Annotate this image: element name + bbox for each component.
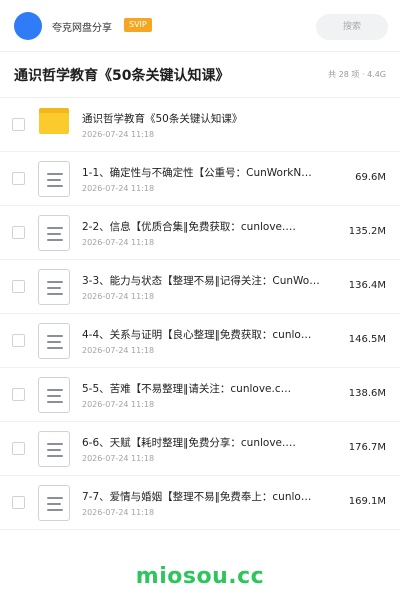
file-size: 146.5M [348,334,386,345]
list-item[interactable]: 5-5、苦难【不易整理‖请关注：cunlove.c… 2026-07-24 11… [0,368,400,422]
svip-badge: SVIP [124,18,152,32]
file-name: 2-2、信息【优质合集‖免费获取：cunlove.… [82,221,296,233]
file-list: 通识哲学教育《50条关键认知课》 2026-07-24 11:18 1-1、确定… [0,98,400,530]
document-icon [38,161,70,197]
file-name: 4-4、关系与证明【良心整理‖免费获取：cunlo… [82,329,312,341]
document-icon [38,323,70,359]
select-checkbox[interactable] [12,226,25,239]
file-name: 通识哲学教育《50条关键认知课》 [82,113,243,125]
select-checkbox[interactable] [12,442,25,455]
select-checkbox[interactable] [12,172,25,185]
select-checkbox[interactable] [12,496,25,509]
list-item[interactable]: 通识哲学教育《50条关键认知课》 2026-07-24 11:18 [0,98,400,152]
file-size: 69.6M [355,172,386,183]
username: 夸克网盘分享 [52,23,112,34]
file-date: 2026-07-24 11:18 [82,238,155,247]
document-icon [38,269,70,305]
document-icon [38,377,70,413]
file-size: 176.7M [348,442,386,453]
file-date: 2026-07-24 11:18 [82,346,155,355]
avatar[interactable] [14,12,42,40]
select-checkbox[interactable] [12,280,25,293]
file-name: 5-5、苦难【不易整理‖请关注：cunlove.c… [82,383,292,395]
watermark-text: miosou.cc [135,564,265,589]
file-name: 7-7、爱情与婚姻【整理不易‖免费奉上：cunlo… [82,491,312,503]
file-size: 135.2M [348,226,386,237]
select-checkbox[interactable] [12,388,25,401]
document-icon [38,215,70,251]
page-title: 通识哲学教育《50条关键认知课》 [14,68,230,84]
file-date: 2026-07-24 11:18 [82,130,155,139]
file-name: 6-6、天赋【耗时整理‖免费分享：cunlove.… [82,437,296,449]
file-size: 136.4M [348,280,386,291]
document-icon [38,431,70,467]
file-size: 138.6M [348,388,386,399]
file-date: 2026-07-24 11:18 [82,400,155,409]
folder-icon [39,108,69,134]
search-input[interactable]: 搜索 [316,14,388,40]
list-item[interactable]: 6-6、天赋【耗时整理‖免费分享：cunlove.… 2026-07-24 11… [0,422,400,476]
select-checkbox[interactable] [12,118,25,131]
list-item[interactable]: 4-4、关系与证明【良心整理‖免费获取：cunlo… 2026-07-24 11… [0,314,400,368]
file-date: 2026-07-24 11:18 [82,184,155,193]
file-date: 2026-07-24 11:18 [82,454,155,463]
list-item[interactable]: 3-3、能力与状态【整理不易‖记得关注：CunWo… 2026-07-24 11… [0,260,400,314]
list-item[interactable]: 7-7、爱情与婚姻【整理不易‖免费奉上：cunlo… 2026-07-24 11… [0,476,400,530]
file-date: 2026-07-24 11:18 [82,508,155,517]
top-bar: 夸克网盘分享 SVIP 搜索 [0,0,400,52]
folder-header: 通识哲学教育《50条关键认知课》 共 28 项 · 4.4G [0,52,400,98]
list-item[interactable]: 1-1、确定性与不确定性【公重号：CunWorkN… 2026-07-24 11… [0,152,400,206]
file-name: 3-3、能力与状态【整理不易‖记得关注：CunWo… [82,275,320,287]
list-item[interactable]: 2-2、信息【优质合集‖免费获取：cunlove.… 2026-07-24 11… [0,206,400,260]
file-size: 169.1M [348,496,386,507]
file-date: 2026-07-24 11:18 [82,292,155,301]
select-checkbox[interactable] [12,334,25,347]
file-name: 1-1、确定性与不确定性【公重号：CunWorkN… [82,167,312,179]
document-icon [38,485,70,521]
folder-summary: 共 28 项 · 4.4G [328,70,386,79]
